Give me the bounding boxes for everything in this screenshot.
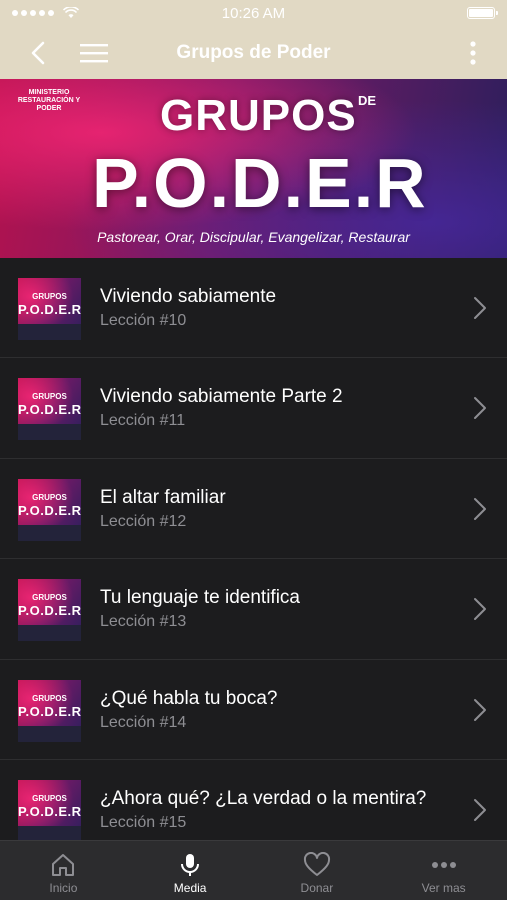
tab-inicio[interactable]: Inicio [0, 841, 127, 900]
chevron-right-icon [474, 598, 486, 621]
list-item[interactable]: GRUPOS P.O.D.E.R Viviendo sabiamente Lec… [0, 258, 507, 359]
tab-ver-mas[interactable]: Ver mas [380, 841, 507, 900]
lesson-number: Lección #10 [100, 312, 187, 329]
tab-bar: Inicio Media Donar Ver mas [0, 840, 507, 900]
chevron-right-icon [474, 397, 486, 420]
lesson-list: GRUPOS P.O.D.E.R Viviendo sabiamente Lec… [0, 258, 507, 840]
vertical-dots-icon [470, 40, 476, 65]
page-title: Grupos de Poder [176, 41, 331, 63]
list-item[interactable]: GRUPOS P.O.D.E.R ¿Qué habla tu boca? Lec… [0, 660, 507, 760]
lesson-title: ¿Qué habla tu boca? [100, 687, 278, 709]
lesson-number: Lección #12 [100, 512, 187, 530]
lesson-title: Viviendo sabiamente [100, 286, 277, 307]
tab-label: Ver mas [421, 881, 466, 895]
list-item[interactable]: GRUPOS P.O.D.E.R Tu lenguaje te identifi… [0, 559, 507, 660]
lesson-thumbnail: GRUPOS P.O.D.E.R [18, 378, 81, 441]
banner-tagline: Pastorear, Orar, Discipular, Evangelizar… [97, 229, 410, 245]
more-options-button[interactable] [461, 26, 485, 79]
lesson-thumbnail: GRUPOS P.O.D.E.R [18, 679, 81, 742]
lesson-title: Tu lenguaje te identifica [100, 587, 300, 609]
lesson-number: Lección #15 [100, 813, 187, 831]
lesson-thumbnail: GRUPOS P.O.D.E.R [18, 779, 81, 840]
battery-icon [467, 7, 498, 19]
lesson-title: El altar familiar [100, 486, 226, 508]
list-item[interactable]: GRUPOS P.O.D.E.R Viviendo sabiamente Par… [0, 358, 507, 459]
banner-grupos-text: GRUPOS [160, 91, 357, 140]
banner-ministry-text: MINISTERIO RESTAURACIÓN Y PODER [17, 89, 81, 112]
tab-label: Inicio [49, 881, 78, 895]
chevron-right-icon [474, 698, 486, 721]
wifi-icon [63, 7, 79, 18]
heart-icon [303, 851, 331, 879]
header-banner: MINISTERIO RESTAURACIÓN Y PODER GRUPOS D… [0, 79, 507, 258]
lesson-title: ¿Ahora qué? ¿La verdad o la mentira? [100, 787, 427, 809]
list-item[interactable]: GRUPOS P.O.D.E.R ¿Ahora qué? ¿La verdad … [0, 760, 507, 840]
banner-poder-text: P.O.D.E.R [92, 144, 428, 222]
chevron-right-icon [474, 297, 486, 319]
status-bar: 10:26 AM [0, 0, 507, 26]
tab-label: Donar [300, 881, 334, 895]
list-item[interactable]: GRUPOS P.O.D.E.R El altar familiar Lecci… [0, 459, 507, 560]
tab-label: Media [173, 881, 207, 895]
chevron-right-icon [474, 798, 486, 821]
chevron-right-icon [474, 497, 486, 520]
microphone-icon [176, 851, 204, 879]
lesson-thumbnail: GRUPOS P.O.D.E.R [18, 478, 81, 541]
tab-media[interactable]: Media [127, 841, 254, 900]
nav-bar: Grupos de Poder [0, 26, 507, 79]
lesson-thumbnail: GRUPOS P.O.D.E.R [18, 278, 81, 340]
lesson-title: Viviendo sabiamente Parte 2 [100, 386, 343, 408]
signal-strength-icon [12, 7, 79, 19]
home-icon [49, 851, 77, 879]
more-icon [430, 851, 458, 879]
banner-de-text: DE [358, 93, 377, 108]
lesson-number: Lección #14 [100, 713, 187, 731]
lesson-thumbnail: GRUPOS P.O.D.E.R [18, 579, 81, 642]
lesson-number: Lección #13 [100, 613, 187, 631]
tab-donar[interactable]: Donar [254, 841, 381, 900]
lesson-number: Lección #11 [100, 412, 186, 430]
